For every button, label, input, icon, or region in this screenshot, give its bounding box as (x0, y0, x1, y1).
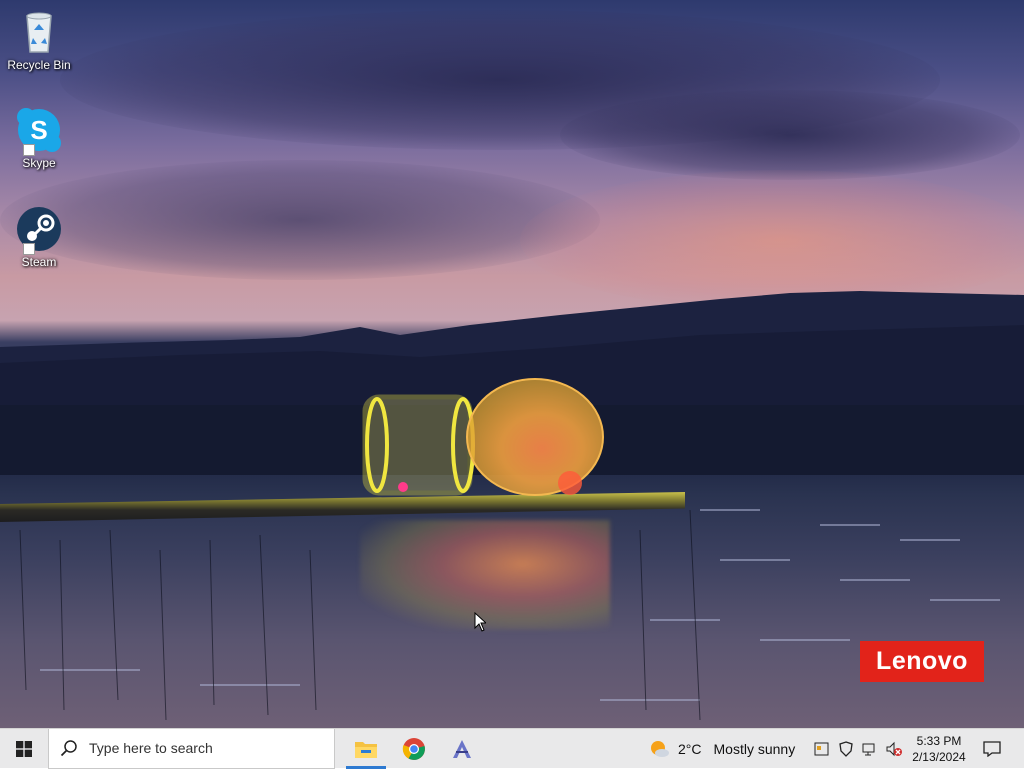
cloud (560, 90, 1020, 180)
security-shield-icon[interactable] (836, 739, 856, 759)
notification-center-button[interactable] (980, 729, 1004, 769)
lenovo-logo: Lenovo (860, 641, 984, 682)
windows-logo-icon (16, 740, 32, 757)
search-icon (49, 739, 89, 757)
start-button[interactable] (0, 729, 48, 769)
weather-sun-cloud-icon (651, 741, 669, 757)
weather-temp: 2°C (678, 741, 702, 757)
taskbar: Type here to search 2°C Mostly sunny 5:3… (0, 728, 1024, 769)
shortcut-arrow-icon (23, 144, 35, 156)
network-icon[interactable] (860, 739, 880, 759)
notification-icon (983, 741, 1001, 757)
file-explorer-icon (355, 741, 377, 758)
chrome-icon (402, 737, 425, 760)
desktop-wallpaper: Recycle Bin S Skype Steam Lenovo (0, 0, 1024, 728)
taskbar-app-file-explorer[interactable] (342, 729, 390, 769)
steam-icon (15, 205, 63, 255)
desktop-icon-skype[interactable]: S Skype (4, 106, 74, 170)
taskbar-app-a[interactable] (438, 729, 486, 769)
desktop-icon-recycle-bin[interactable]: Recycle Bin (4, 8, 74, 72)
mouse-cursor-icon (474, 612, 486, 632)
search-box[interactable]: Type here to search (48, 728, 335, 769)
shortcut-arrow-icon (23, 243, 35, 255)
system-tray (812, 729, 904, 769)
skype-icon: S (15, 106, 63, 156)
weather-condition: Mostly sunny (713, 741, 796, 757)
volume-muted-icon[interactable] (884, 739, 904, 759)
desktop-icon-steam[interactable]: Steam (4, 205, 74, 269)
clock-time: 5:33 PM (916, 734, 962, 748)
skype-label: Skype (22, 156, 56, 170)
search-placeholder: Type here to search (89, 740, 213, 756)
clock-date: 2/13/2024 (912, 750, 966, 764)
tray-app-icon[interactable] (812, 739, 832, 759)
steam-label: Steam (21, 255, 57, 269)
app-a-icon (453, 739, 471, 758)
recycle-bin-icon (15, 8, 63, 56)
cloud (0, 160, 600, 280)
bubble-tent (362, 378, 604, 496)
taskbar-app-chrome[interactable] (390, 729, 438, 769)
recycle-bin-label: Recycle Bin (7, 58, 71, 72)
weather-widget[interactable]: 2°C Mostly sunny (648, 729, 795, 769)
clock[interactable]: 5:33 PM 2/13/2024 (906, 733, 972, 765)
svg-text:S: S (30, 115, 47, 145)
